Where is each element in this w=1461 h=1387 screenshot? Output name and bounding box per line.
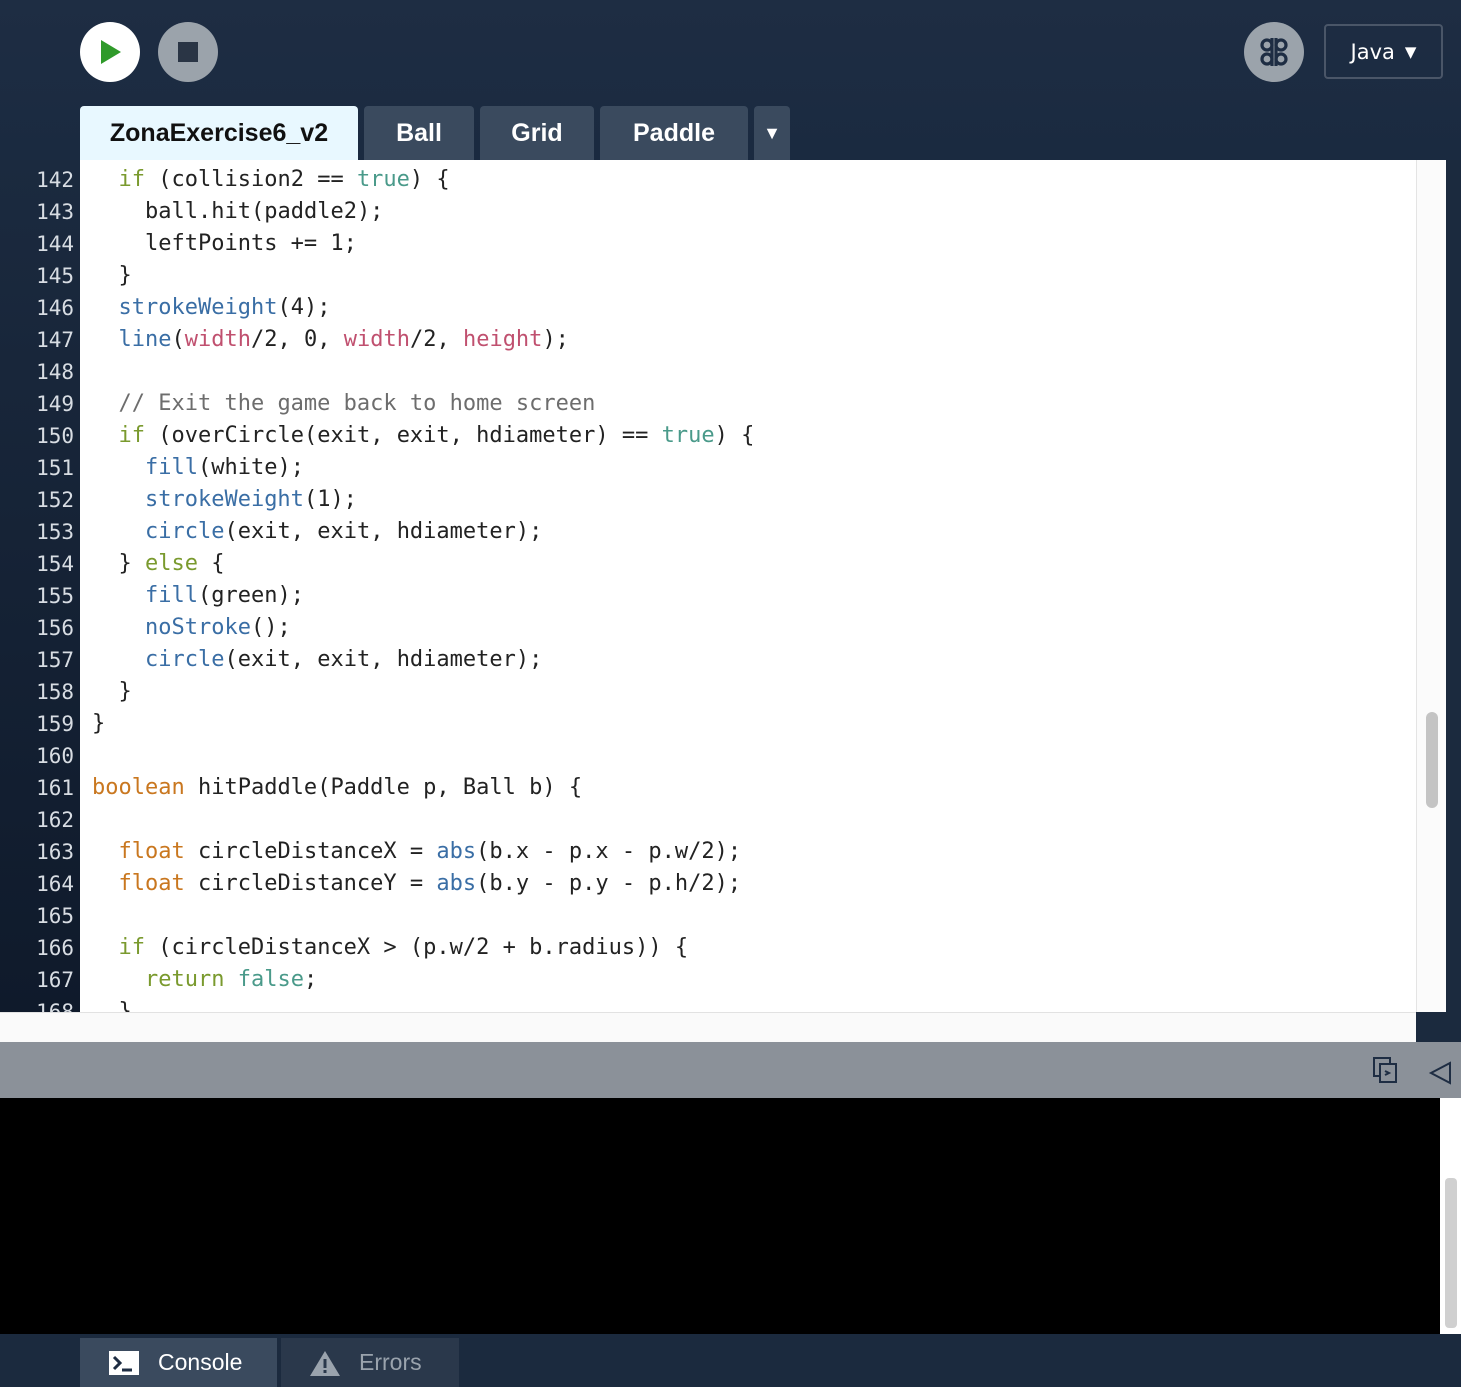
console-vertical-scrollbar[interactable] <box>1440 1098 1461 1334</box>
line-number: 145 <box>36 264 74 288</box>
run-button[interactable] <box>80 22 140 82</box>
code-line[interactable]: // Exit the game back to home screen <box>92 388 596 420</box>
stop-icon <box>178 42 198 62</box>
console-scroll-thumb[interactable] <box>1445 1178 1457 1328</box>
line-number: 155 <box>36 584 74 608</box>
line-number-gutter: 142 143 144 145 146 147 148 149 150 151 152 153 154 1… <box>0 160 80 1012</box>
line-number: 157 <box>36 648 74 672</box>
line-number: 161 <box>36 776 74 800</box>
line-number: 149 <box>36 392 74 416</box>
code-line[interactable]: if (overCircle(exit, exit, hdiameter) ==… <box>92 420 755 452</box>
code-line[interactable]: } else { <box>92 548 224 580</box>
code-line[interactable]: noStroke(); <box>92 612 291 644</box>
line-number: 153 <box>36 520 74 544</box>
tab-console-label: Console <box>158 1349 243 1375</box>
line-number: 163 <box>36 840 74 864</box>
console-output[interactable] <box>0 1098 1440 1334</box>
line-number: 146 <box>36 296 74 320</box>
processing-mode-icon <box>1260 38 1288 66</box>
line-number: 158 <box>36 680 74 704</box>
line-number: 159 <box>36 712 74 736</box>
play-icon <box>101 40 121 64</box>
tab-ball[interactable]: Ball <box>364 106 474 160</box>
line-number: 142 <box>36 168 74 192</box>
code-line[interactable]: if (circleDistanceX > (p.w/2 + b.radius)… <box>92 932 689 964</box>
line-number: 154 <box>36 552 74 576</box>
code-line[interactable]: fill(green); <box>92 580 304 612</box>
editor-frame-edge <box>1446 160 1461 1042</box>
code-line[interactable]: float circleDistanceX = abs(b.x - p.x - … <box>92 836 742 868</box>
code-line[interactable]: circle(exit, exit, hdiameter); <box>92 644 542 676</box>
code-line[interactable]: return false; <box>92 964 317 996</box>
code-line[interactable]: } <box>92 996 131 1012</box>
line-number: 164 <box>36 872 74 896</box>
line-number: 156 <box>36 616 74 640</box>
code-line[interactable]: strokeWeight(4); <box>92 292 331 324</box>
line-number: 167 <box>36 968 74 992</box>
editor-horizontal-scrollbar[interactable] <box>0 1012 1416 1042</box>
line-number: 166 <box>36 936 74 960</box>
line-number: 150 <box>36 424 74 448</box>
mode-button[interactable] <box>1244 22 1304 82</box>
editor-scroll-thumb[interactable] <box>1426 712 1438 808</box>
tab-errors[interactable]: Errors <box>281 1338 459 1387</box>
code-line[interactable]: } <box>92 260 131 292</box>
chevron-down-icon: ▼ <box>1404 42 1417 61</box>
code-line[interactable]: strokeWeight(1); <box>92 484 357 516</box>
line-number: 148 <box>36 360 74 384</box>
stop-button[interactable] <box>158 22 218 82</box>
tab-paddle[interactable]: Paddle <box>600 106 748 160</box>
language-label: Java <box>1350 39 1395 64</box>
terminal-icon <box>109 1350 139 1375</box>
editor-vertical-scrollbar[interactable] <box>1416 160 1446 1012</box>
tab-zonaexercise6-v2[interactable]: ZonaExercise6_v2 <box>80 106 358 160</box>
line-number: 162 <box>36 808 74 832</box>
warning-icon <box>310 1350 340 1376</box>
console-toolbar <box>0 1042 1461 1098</box>
line-number: 147 <box>36 328 74 352</box>
code-line[interactable]: } <box>92 708 105 740</box>
code-line[interactable]: line(width/2, 0, width/2, height); <box>92 324 569 356</box>
language-select[interactable]: Java ▼ <box>1324 24 1443 79</box>
line-number: 165 <box>36 904 74 928</box>
code-line[interactable]: circle(exit, exit, hdiameter); <box>92 516 542 548</box>
code-line[interactable]: ball.hit(paddle2); <box>92 196 383 228</box>
tabs-menu-button[interactable]: ▼ <box>754 106 790 160</box>
line-number: 143 <box>36 200 74 224</box>
code-line[interactable]: leftPoints += 1; <box>92 228 357 260</box>
code-line[interactable]: if (collision2 == true) { <box>92 164 450 196</box>
code-line[interactable]: } <box>92 676 131 708</box>
line-number: 160 <box>36 744 74 768</box>
copy-icon[interactable] <box>1372 1056 1398 1084</box>
tab-console[interactable]: Console <box>80 1338 277 1387</box>
code-line[interactable]: boolean hitPaddle(Paddle p, Ball b) { <box>92 772 582 804</box>
code-line[interactable]: fill(white); <box>92 452 304 484</box>
collapse-left-icon[interactable] <box>1428 1060 1454 1086</box>
line-number: 152 <box>36 488 74 512</box>
line-number: 168 <box>36 1000 74 1012</box>
sketch-tabs: ZonaExercise6_v2 Ball Grid Paddle ▼ <box>80 106 790 160</box>
tab-grid[interactable]: Grid <box>480 106 594 160</box>
line-number: 144 <box>36 232 74 256</box>
code-line[interactable]: float circleDistanceY = abs(b.y - p.y - … <box>92 868 742 900</box>
tab-errors-label: Errors <box>359 1349 422 1375</box>
code-editor[interactable]: if (collision2 == true) { ball.hit(paddl… <box>80 160 1446 1012</box>
line-number: 151 <box>36 456 74 480</box>
